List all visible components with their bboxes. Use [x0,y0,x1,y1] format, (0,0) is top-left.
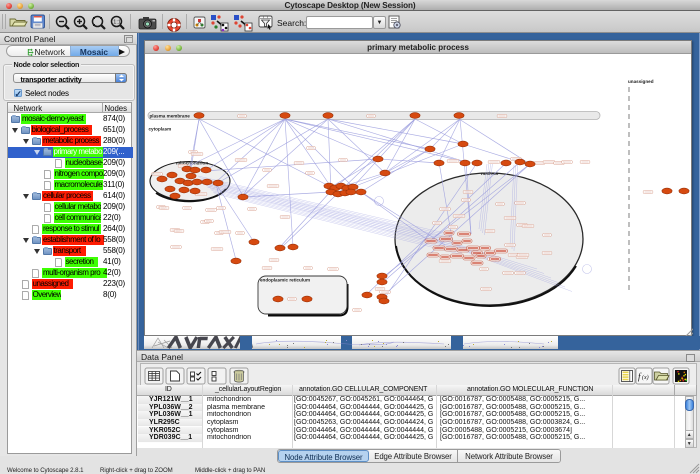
svg-text:(x): (x) [642,374,649,381]
svg-text:plasma membrane: plasma membrane [150,114,191,119]
svg-text:cytoplasm: cytoplasm [149,127,172,132]
svg-text:1:1: 1:1 [113,20,121,26]
svg-text:unassigned: unassigned [628,79,654,84]
svg-text:endoplasmic reticulum: endoplasmic reticulum [260,278,310,283]
